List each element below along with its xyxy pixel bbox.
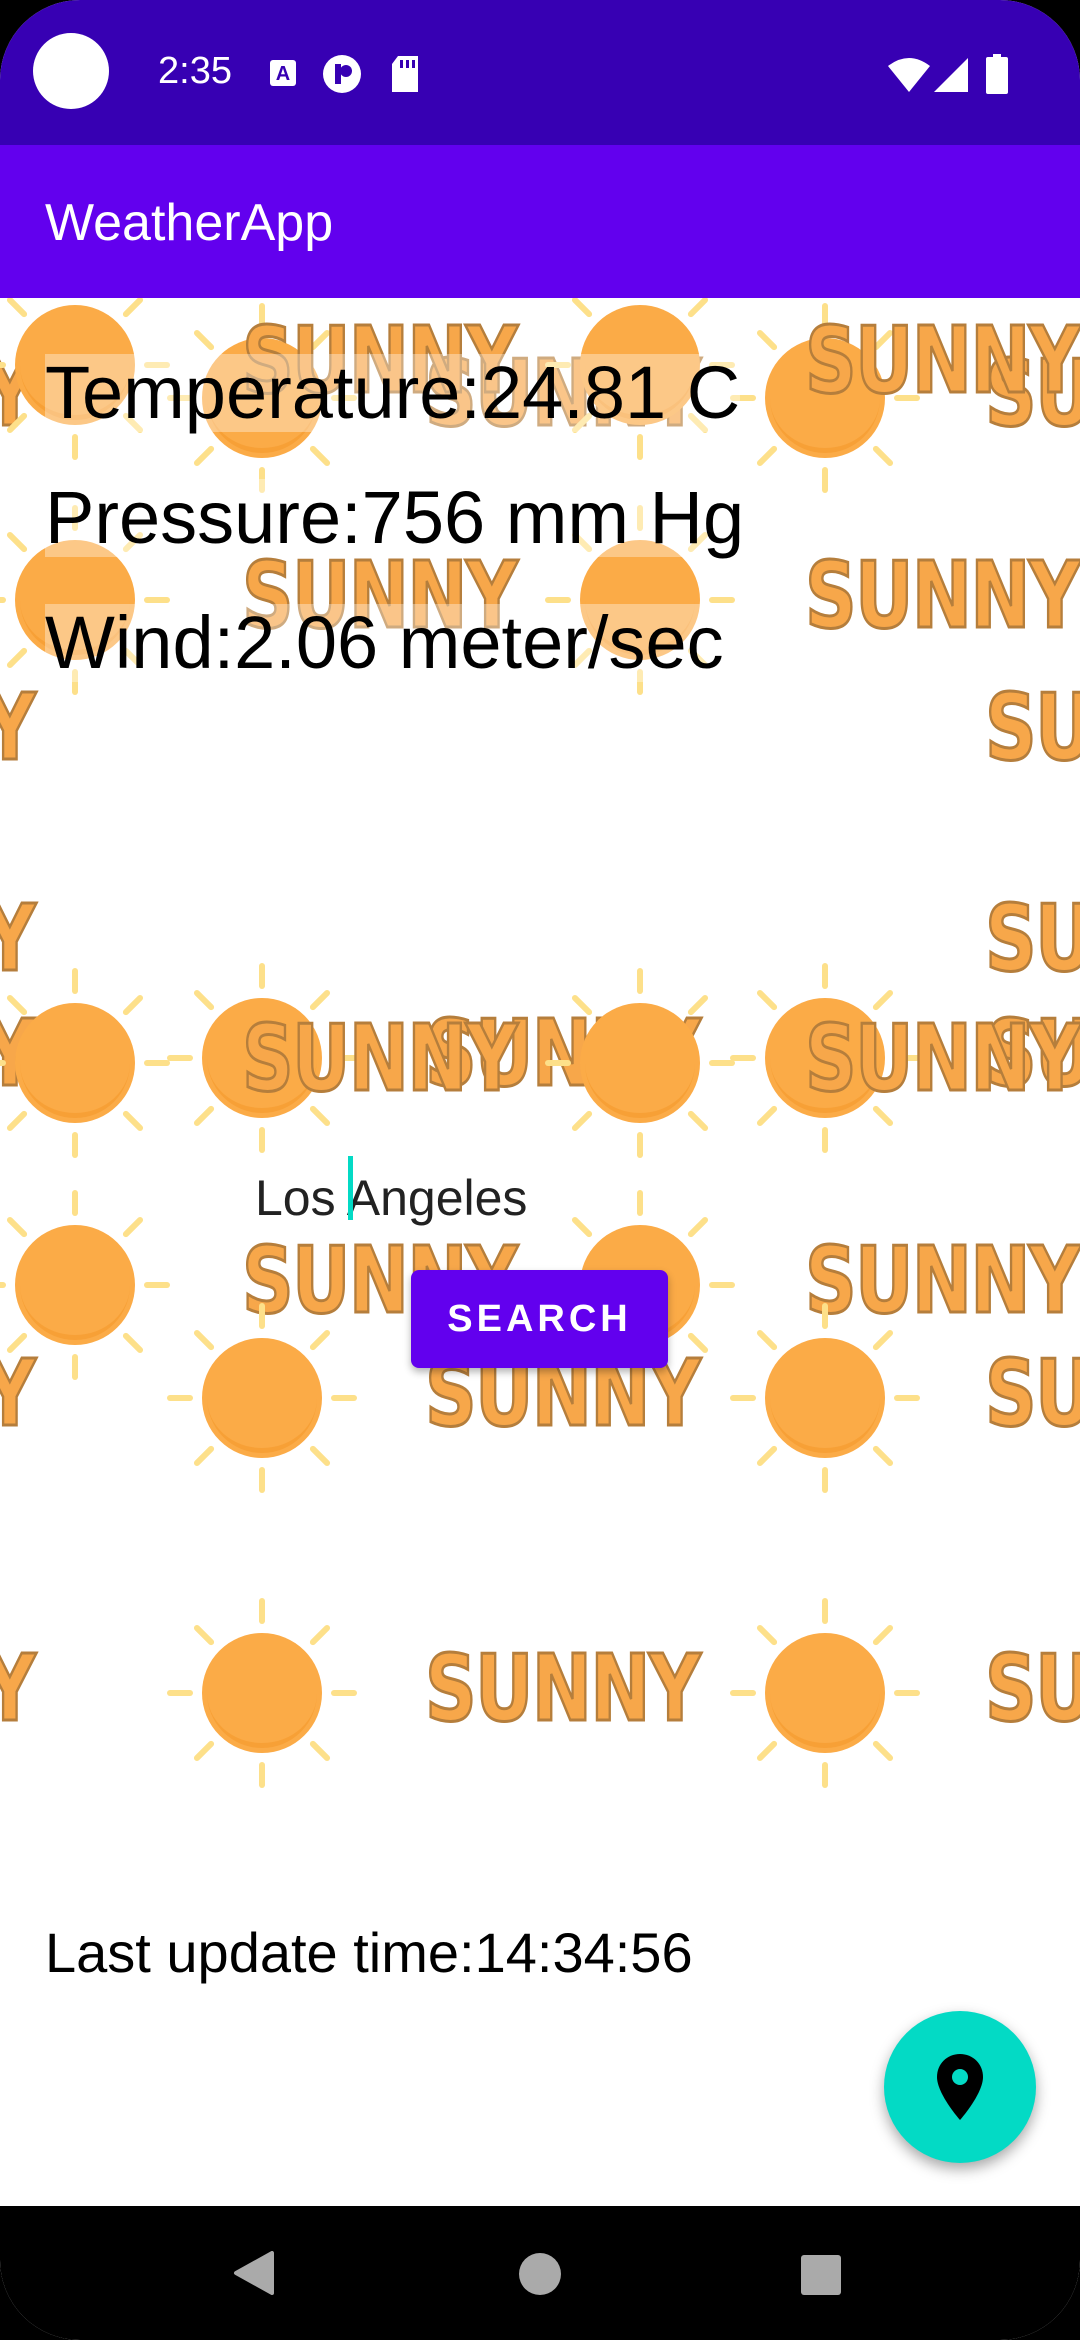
last-update-value: 14:34:56	[474, 1921, 693, 1984]
sunny-text: SUNNY	[804, 542, 1080, 649]
sunny-text: SUNNY	[424, 1635, 702, 1742]
city-input[interactable]	[255, 1158, 815, 1238]
sunny-text: SUNNY	[0, 680, 37, 775]
location-fab-button[interactable]	[884, 2011, 1036, 2163]
circle-p-icon	[323, 55, 361, 93]
main-content: SUNNY SUNNY SUNNY SUNNY SUNNY SUNNY SUNNY SUNNY…	[0, 298, 1080, 2206]
sunny-text: SUNNY	[984, 1635, 1080, 1742]
temperature-row: Temperature:24.81 C	[45, 351, 741, 434]
back-button-icon[interactable]	[232, 2251, 276, 2295]
sun-icon	[0, 968, 170, 1158]
text-cursor	[348, 1156, 353, 1220]
recents-button-icon[interactable]	[800, 2254, 842, 2296]
sunny-text: SUNNY	[0, 1641, 37, 1736]
sun-icon	[167, 1598, 357, 1788]
wind-row: Wind:2.06 meter/sec	[45, 604, 724, 682]
temperature-label: Temperature:	[45, 351, 481, 434]
sun-icon	[545, 968, 735, 1158]
sunny-text: SUNNY	[0, 1346, 37, 1441]
navigation-bar	[0, 2206, 1080, 2340]
sunny-text: SUNNY	[984, 885, 1080, 992]
wind-value: 2.06 meter/sec	[234, 601, 724, 684]
last-update-label: Last update time:	[45, 1921, 475, 1984]
pressure-row: Pressure:756 mm Hg	[45, 476, 745, 559]
text-a-icon: A	[270, 60, 296, 86]
app-title: WeatherApp	[45, 194, 334, 252]
battery-icon	[986, 54, 1008, 94]
pressure-value: 756 mm Hg	[361, 476, 745, 559]
sunny-text: SUNNY	[984, 674, 1080, 781]
last-update-row: Last update time:14:34:56	[45, 1920, 693, 1985]
status-bar: 2:35 A	[0, 0, 1080, 145]
sunny-text: SUNNY	[0, 891, 37, 986]
app-bar: WeatherApp	[0, 145, 1080, 298]
sun-icon	[730, 1303, 920, 1493]
pressure-label: Pressure:	[45, 476, 362, 559]
sunny-text: SUNNY	[241, 1005, 519, 1112]
home-button-icon[interactable]	[518, 2252, 562, 2296]
signal-icon	[934, 58, 968, 92]
location-pin-icon	[937, 2054, 983, 2120]
wind-label: Wind:	[45, 601, 235, 684]
wifi-icon	[888, 58, 930, 92]
search-button[interactable]: SEARCH	[411, 1270, 668, 1368]
sun-icon	[730, 1598, 920, 1788]
sunny-text: SUNNY	[804, 307, 1080, 414]
sunny-text: SUNNY	[984, 1340, 1080, 1447]
phone-screen: 2:35 A WeatherApp SUNNY S SUNNY S SUNNY …	[0, 0, 1080, 2340]
temperature-value: 24.81 C	[480, 351, 741, 434]
camera-cutout	[33, 33, 109, 109]
status-time: 2:35	[158, 50, 232, 92]
sunny-text: SUNNY	[804, 1005, 1080, 1112]
sd-card-icon	[392, 56, 418, 92]
svg-text:A: A	[276, 63, 290, 85]
sun-icon	[167, 1303, 357, 1493]
